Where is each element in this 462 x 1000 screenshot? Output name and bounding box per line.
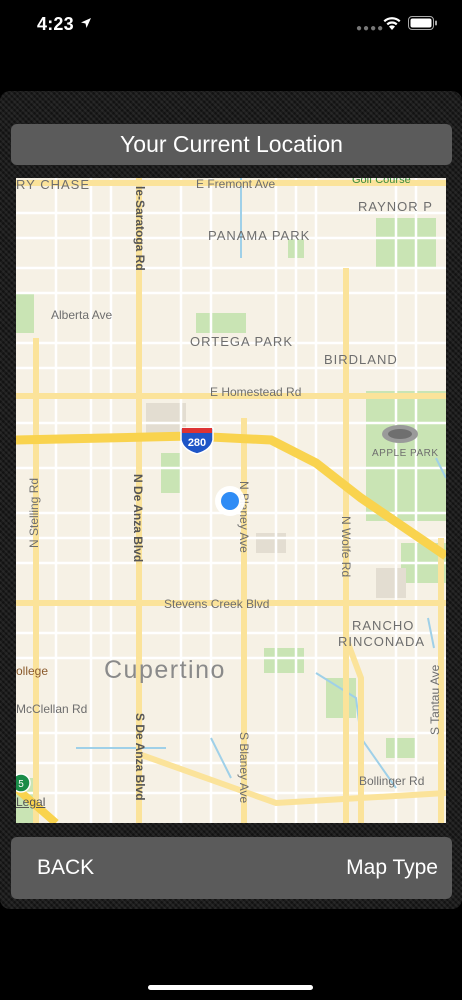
label-stevens: Stevens Creek Blvd	[164, 597, 269, 611]
label-s-tantau: S Tantau Ave	[428, 664, 442, 735]
apple-park-icon	[382, 425, 418, 443]
current-location-dot	[215, 486, 245, 516]
location-arrow-icon	[80, 16, 92, 34]
label-s-de-anza: S De Anza Blvd	[133, 713, 147, 801]
label-rancho: RANCHO	[352, 618, 414, 633]
main-panel: Your Current Location 280 5 RY CHASE E F…	[0, 91, 462, 909]
legal-link[interactable]: Legal	[16, 795, 45, 809]
bottom-toolbar: BACK Map Type	[11, 837, 452, 899]
signal-icon: ●●●●	[356, 23, 385, 34]
map-view[interactable]: 280 5 RY CHASE E Fremont Ave Golf Course…	[16, 178, 446, 823]
label-n-wolfe: N Wolfe Rd	[339, 516, 353, 577]
label-college: ollege	[16, 664, 48, 678]
shield-left-label: 5	[18, 779, 24, 790]
label-s-blaney: S Blaney Ave	[237, 732, 251, 803]
label-ortega: ORTEGA PARK	[190, 334, 293, 349]
label-bollinger: Bollinger Rd	[359, 774, 424, 788]
label-mcclellan: McClellan Rd	[16, 702, 87, 716]
map-type-button[interactable]: Map Type	[346, 837, 438, 899]
shield-label: 280	[188, 437, 206, 449]
home-indicator	[148, 985, 313, 990]
battery-icon	[408, 15, 438, 36]
back-button[interactable]: BACK	[37, 837, 94, 899]
label-ry-chase: RY CHASE	[16, 178, 90, 192]
wifi-icon	[382, 15, 402, 36]
label-rinconada: RINCONADA	[338, 634, 425, 649]
label-homestead: E Homestead Rd	[210, 385, 301, 399]
page-title: Your Current Location	[11, 124, 452, 165]
label-saratoga: le-Saratoga Rd	[133, 186, 147, 271]
label-n-de-anza: N De Anza Blvd	[131, 474, 145, 562]
label-fremont: E Fremont Ave	[196, 178, 275, 191]
route-shield-left: 5	[16, 773, 31, 793]
label-raynor: RAYNOR P	[358, 199, 433, 214]
label-panama: PANAMA PARK	[208, 228, 310, 243]
status-time: 4:23	[37, 14, 74, 34]
label-alberta: Alberta Ave	[51, 308, 112, 322]
status-bar: 4:23 ●●●●	[0, 0, 462, 50]
label-apple-park: APPLE PARK	[372, 448, 439, 459]
label-cupertino: Cupertino	[104, 656, 226, 684]
label-stelling: N Stelling Rd	[27, 478, 41, 548]
label-birdland: BIRDLAND	[324, 352, 398, 367]
label-golf: Golf Course	[352, 178, 411, 186]
